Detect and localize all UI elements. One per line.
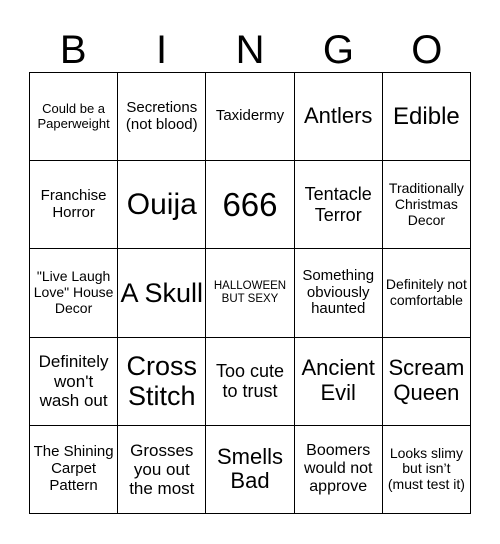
bingo-cell[interactable]: Traditionally Christmas Decor	[382, 161, 471, 250]
header-letter-g: G	[322, 28, 354, 72]
bingo-cell[interactable]: Grosses you out the most	[118, 425, 207, 514]
bingo-cell[interactable]: Too cute to trust	[206, 337, 295, 426]
bingo-cell[interactable]: Definitely not comfortable	[382, 249, 471, 338]
bingo-cell[interactable]: Franchise Horror	[30, 161, 119, 250]
bingo-cell[interactable]: A Skull	[118, 249, 207, 338]
bingo-cell[interactable]: Taxidermy	[206, 73, 295, 162]
header-letter-i: I	[156, 28, 168, 72]
bingo-cell[interactable]: Looks slimy but isn’t (must test it)	[382, 425, 471, 514]
bingo-cell[interactable]: The Shining Carpet Pattern	[30, 425, 119, 514]
bingo-cell[interactable]: Edible	[382, 73, 471, 162]
bingo-cell[interactable]: "Live Laugh Love" House Decor	[30, 249, 119, 338]
free-space-cell[interactable]: HALLOWEEN BUT SEXY	[206, 249, 295, 338]
bingo-cell[interactable]: Smells Bad	[206, 425, 295, 514]
bingo-cell[interactable]: 666	[206, 161, 295, 250]
bingo-cell[interactable]: Boomers would not approve	[294, 425, 383, 514]
bingo-cell[interactable]: Antlers	[294, 73, 383, 162]
header-letter-b: B	[59, 28, 87, 72]
bingo-cell[interactable]: Ancient Evil	[294, 337, 383, 426]
bingo-header: B I N G O	[29, 28, 471, 72]
header-letter-o: O	[411, 28, 443, 72]
header-letter-n: N	[235, 28, 265, 72]
bingo-cell[interactable]: Tentacle Terror	[294, 161, 383, 250]
bingo-cell[interactable]: Something obviously haunted	[294, 249, 383, 338]
bingo-cell[interactable]: Secretions (not blood)	[118, 73, 207, 162]
bingo-cell[interactable]: Ouija	[118, 161, 207, 250]
bingo-cell[interactable]: Definitely won't wash out	[30, 337, 119, 426]
bingo-cell[interactable]: Could be a Paperweight	[30, 73, 119, 162]
bingo-grid: Could be a Paperweight Secretions (not b…	[29, 72, 471, 514]
bingo-cell[interactable]: Scream Queen	[382, 337, 471, 426]
bingo-cell[interactable]: Cross Stitch	[118, 337, 207, 426]
